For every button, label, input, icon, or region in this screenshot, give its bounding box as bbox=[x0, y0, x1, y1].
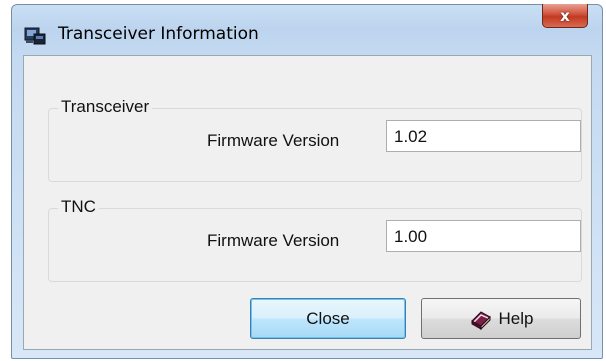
tnc-firmware-label: Firmware Version bbox=[207, 231, 340, 250]
close-button-label: Close bbox=[306, 308, 350, 328]
transceiver-firmware-field[interactable]: 1.02 bbox=[386, 120, 581, 152]
transceiver-app-icon bbox=[24, 25, 46, 45]
transceiver-firmware-label: Firmware Version bbox=[207, 131, 340, 150]
window-title: Transceiver Information bbox=[58, 24, 259, 44]
close-button[interactable]: Close bbox=[250, 298, 406, 339]
help-book-icon bbox=[469, 307, 493, 331]
window-close-button[interactable]: x bbox=[542, 4, 588, 28]
help-button-label: Help bbox=[498, 308, 534, 328]
help-button[interactable]: Help bbox=[421, 298, 581, 339]
close-icon: x bbox=[560, 6, 570, 25]
group-title-transceiver: Transceiver bbox=[58, 97, 153, 117]
transceiver-group: Transceiver Firmware Version 1.02 bbox=[48, 97, 582, 182]
dialog-body: Transceiver Firmware Version 1.02 TNC Fi… bbox=[23, 55, 592, 350]
tnc-group: TNC Firmware Version 1.00 bbox=[48, 197, 582, 282]
title-bar[interactable]: Transceiver Information x bbox=[12, 4, 602, 57]
dialog-window: Transceiver Information x Transceiver Fi… bbox=[11, 4, 603, 359]
group-title-tnc: TNC bbox=[58, 197, 99, 217]
tnc-firmware-field[interactable]: 1.00 bbox=[386, 220, 581, 252]
